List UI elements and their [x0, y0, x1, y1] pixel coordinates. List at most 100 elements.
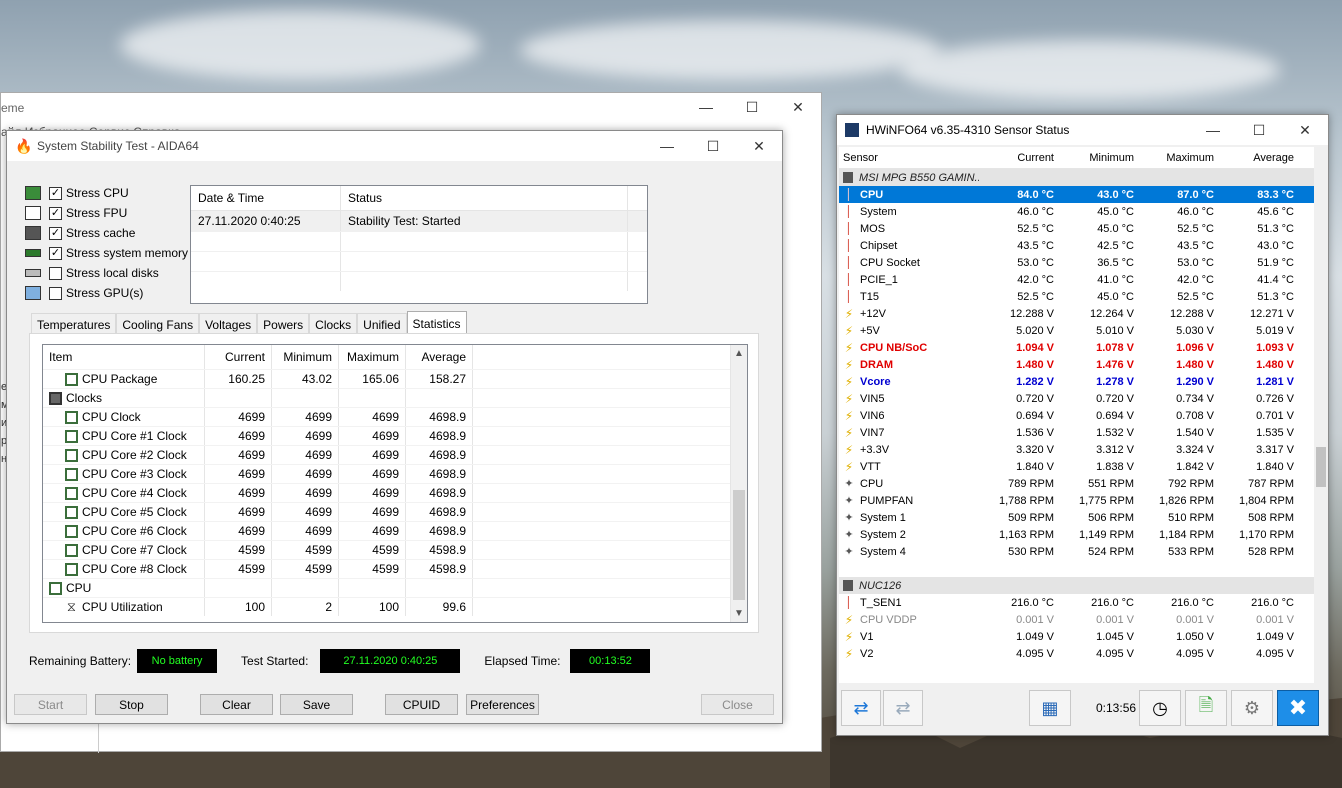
column-header-sensor[interactable]: Sensor: [839, 152, 979, 164]
column-header-average[interactable]: Average: [405, 345, 472, 369]
sensor-row[interactable]: ⚡ VIN6 0.694 V 0.694 V 0.708 V 0.701 V: [839, 407, 1314, 424]
sensor-group-row[interactable]: MSI MPG B550 GAMIN...: [839, 169, 1314, 186]
tab-temperatures[interactable]: Temperatures: [31, 313, 117, 335]
sensor-row[interactable]: ✦ System 1 509 RPM 506 RPM 510 RPM 508 RPM: [839, 509, 1314, 526]
column-header-current[interactable]: Current: [979, 152, 1059, 164]
aida64-stability-window[interactable]: 🔥 System Stability Test - AIDA64 — ☐ ✕ ✓…: [6, 130, 783, 724]
maximize-button[interactable]: ☐: [1236, 115, 1282, 145]
sensor-row[interactable]: ✦ PUMPFAN 1,788 RPM 1,775 RPM 1,826 RPM 1,804…: [839, 492, 1314, 509]
status-row[interactable]: 27.11.2020 0:40:25 Stability Test: Start…: [191, 211, 647, 231]
table-row[interactable]: CPU Package 160.25 43.02 165.06 158.27: [43, 369, 747, 388]
table-row[interactable]: CPU: [43, 578, 747, 597]
column-header-datetime[interactable]: Date & Time: [191, 186, 341, 210]
network-icon[interactable]: ▦: [1029, 690, 1071, 726]
sensor-row[interactable]: ⚡ V2 4.095 V 4.095 V 4.095 V 4.095 V: [839, 645, 1314, 662]
column-header-average[interactable]: Average: [1219, 152, 1299, 164]
stress-option[interactable]: ✓ Stress FPU: [25, 203, 188, 223]
stress-option[interactable]: ✓ Stress cache: [25, 223, 188, 243]
minimize-button[interactable]: —: [644, 131, 690, 161]
collapse-arrows-icon[interactable]: ⇄: [841, 690, 881, 726]
sensor-row[interactable]: ⚡ VIN5 0.720 V 0.720 V 0.734 V 0.726 V: [839, 390, 1314, 407]
table-row[interactable]: CPU Core #4 Clock 4699 4699 4699 4698.9: [43, 483, 747, 502]
checkbox[interactable]: ✓: [49, 186, 62, 200]
stress-option[interactable]: ✓ Stress CPU: [25, 183, 188, 203]
close-button[interactable]: ✕: [775, 93, 821, 121]
sensor-row[interactable]: │ T_SEN1 216.0 °C 216.0 °C 216.0 °C 216.0 °C: [839, 594, 1314, 611]
tab-cooling-fans[interactable]: Cooling Fans: [116, 313, 200, 335]
column-header-minimum[interactable]: Minimum: [1059, 152, 1139, 164]
sensor-row[interactable]: ⚡ +5V 5.020 V 5.010 V 5.030 V 5.019 V: [839, 322, 1314, 339]
maximize-button[interactable]: ☐: [729, 93, 775, 121]
scroll-down-icon[interactable]: ▼: [731, 605, 747, 622]
sensor-row[interactable]: ⚡ V1 1.049 V 1.045 V 1.050 V 1.049 V: [839, 628, 1314, 645]
checkbox[interactable]: [49, 266, 62, 280]
table-row[interactable]: CPU Core #3 Clock 4699 4699 4699 4698.9: [43, 464, 747, 483]
close-button[interactable]: ✕: [1282, 115, 1328, 145]
expand-arrows-icon[interactable]: ⇄: [883, 690, 923, 726]
sensor-scrollbar[interactable]: [1314, 147, 1328, 683]
tab-unified[interactable]: Unified: [357, 313, 407, 335]
tab-statistics[interactable]: Statistics: [406, 311, 467, 335]
minimize-button[interactable]: —: [683, 93, 729, 121]
column-header-maximum[interactable]: Maximum: [338, 345, 405, 369]
sensor-row[interactable]: ⚡ +12V 12.288 V 12.264 V 12.288 V 12.271 V: [839, 305, 1314, 322]
sensor-row[interactable]: ✦ CPU 789 RPM 551 RPM 792 RPM 787 RPM: [839, 475, 1314, 492]
minimize-button[interactable]: —: [1190, 115, 1236, 145]
table-row[interactable]: CPU Core #1 Clock 4699 4699 4699 4698.9: [43, 426, 747, 445]
scroll-up-icon[interactable]: ▲: [731, 345, 747, 362]
maximize-button[interactable]: ☐: [690, 131, 736, 161]
clock-icon[interactable]: ◷: [1139, 690, 1181, 726]
sensor-row[interactable]: ⚡ CPU NB/SoC 1.094 V 1.078 V 1.096 V 1.093 V: [839, 339, 1314, 356]
sensor-row[interactable]: ⚡ DRAM 1.480 V 1.476 V 1.480 V 1.480 V: [839, 356, 1314, 373]
table-row[interactable]: CPU Core #5 Clock 4699 4699 4699 4698.9: [43, 502, 747, 521]
column-header-status[interactable]: Status: [341, 186, 628, 210]
sensor-row[interactable]: ✦ System 2 1,163 RPM 1,149 RPM 1,184 RPM 1,17…: [839, 526, 1314, 543]
tab-clocks[interactable]: Clocks: [309, 313, 358, 335]
sensor-row[interactable]: │ CPU Socket 53.0 °C 36.5 °C 53.0 °C 51.9 °C: [839, 254, 1314, 271]
table-row[interactable]: CPU Core #6 Clock 4699 4699 4699 4698.9: [43, 521, 747, 540]
sensor-row[interactable]: │ CPU 84.0 °C 43.0 °C 87.0 °C 83.3 °C: [839, 186, 1314, 203]
sensor-row[interactable]: │ System 46.0 °C 45.0 °C 46.0 °C 45.6 °C: [839, 203, 1314, 220]
sensor-row[interactable]: ⚡ VTT 1.840 V 1.838 V 1.842 V 1.840 V: [839, 458, 1314, 475]
column-header-current[interactable]: Current: [204, 345, 271, 369]
close-x-icon[interactable]: ✖: [1277, 690, 1319, 726]
checkbox[interactable]: [49, 286, 62, 300]
statistics-table[interactable]: Item Current Minimum Maximum Average CPU…: [42, 344, 748, 623]
checkbox[interactable]: ✓: [49, 206, 62, 220]
stress-option[interactable]: Stress GPU(s): [25, 283, 188, 303]
column-header-item[interactable]: Item: [43, 350, 204, 364]
checkbox[interactable]: ✓: [49, 226, 62, 240]
column-header-maximum[interactable]: Maximum: [1139, 152, 1219, 164]
table-row[interactable]: Clocks: [43, 388, 747, 407]
sensor-row[interactable]: │ T15 52.5 °C 45.0 °C 52.5 °C 51.3 °C: [839, 288, 1314, 305]
stress-option[interactable]: ✓ Stress system memory: [25, 243, 188, 263]
stop-button[interactable]: Stop: [95, 694, 168, 715]
sensor-row[interactable]: │ PCIE_1 42.0 °C 41.0 °C 42.0 °C 41.4 °C: [839, 271, 1314, 288]
scroll-thumb[interactable]: [733, 490, 745, 600]
table-row[interactable]: ⧖ CPU Utilization 100 2 100 99.6: [43, 597, 747, 616]
tab-voltages[interactable]: Voltages: [199, 313, 258, 335]
start-button[interactable]: Start: [14, 694, 87, 715]
sensor-row[interactable]: ⚡ VIN7 1.536 V 1.532 V 1.540 V 1.535 V: [839, 424, 1314, 441]
table-row[interactable]: CPU Core #7 Clock 4599 4599 4599 4598.9: [43, 540, 747, 559]
preferences-button[interactable]: Preferences: [466, 694, 539, 715]
gear-icon[interactable]: ⚙: [1231, 690, 1273, 726]
hwinfo-sensor-window[interactable]: HWiNFO64 v6.35-4310 Sensor Status — ☐ ✕ …: [836, 114, 1329, 736]
table-row[interactable]: CPU Core #2 Clock 4699 4699 4699 4698.9: [43, 445, 747, 464]
save-button[interactable]: Save: [280, 694, 353, 715]
cpuid-button[interactable]: CPUID: [385, 694, 458, 715]
stress-option[interactable]: Stress local disks: [25, 263, 188, 283]
scroll-thumb[interactable]: [1316, 447, 1326, 487]
table-row[interactable]: CPU Clock 4699 4699 4699 4698.9: [43, 407, 747, 426]
tab-powers[interactable]: Powers: [257, 313, 310, 335]
statistics-scrollbar[interactable]: ▲ ▼: [730, 345, 747, 622]
sensor-row[interactable]: ⚡ Vcore 1.282 V 1.278 V 1.290 V 1.281 V: [839, 373, 1314, 390]
table-row[interactable]: CPU Core #8 Clock 4599 4599 4599 4598.9: [43, 559, 747, 578]
sensor-row[interactable]: │ Chipset 43.5 °C 42.5 °C 43.5 °C 43.0 °C: [839, 237, 1314, 254]
column-header-minimum[interactable]: Minimum: [271, 345, 338, 369]
status-log-table[interactable]: Date & Time Status 27.11.2020 0:40:25 St…: [190, 185, 648, 304]
clear-button[interactable]: Clear: [200, 694, 273, 715]
sensor-row[interactable]: │ MOS 52.5 °C 45.0 °C 52.5 °C 51.3 °C: [839, 220, 1314, 237]
sensor-row[interactable]: ✦ System 4 530 RPM 524 RPM 533 RPM 528 RPM: [839, 543, 1314, 560]
sensor-row[interactable]: ⚡ +3.3V 3.320 V 3.312 V 3.324 V 3.317 V: [839, 441, 1314, 458]
